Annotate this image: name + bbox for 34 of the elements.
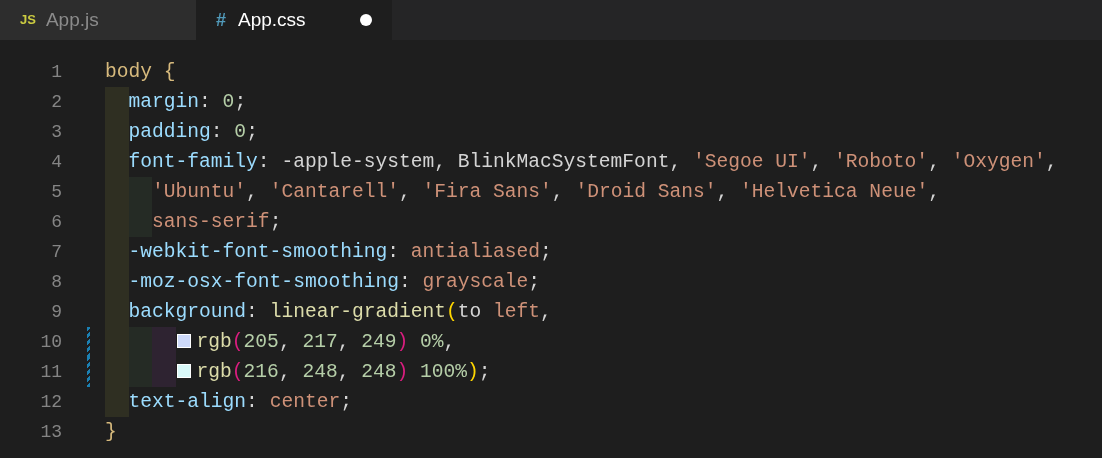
code-line: rgb(205, 217, 249) 0%, xyxy=(196,331,456,353)
javascript-file-icon: JS xyxy=(20,10,36,30)
line-number: 4 xyxy=(50,151,62,174)
code-line: -moz-osx-font-smoothing: grayscale; xyxy=(128,271,541,293)
code-line: margin: 0; xyxy=(128,91,247,113)
line-number: 1 xyxy=(50,61,62,84)
code-line: sans-serif; xyxy=(152,211,282,233)
line-number: 6 xyxy=(50,211,62,234)
code-line: text-align: center; xyxy=(128,391,352,413)
code-line: font-family: -apple-system, BlinkMacSystemFont, 'Segoe UI', 'Roboto', 'Oxygen', xyxy=(128,151,1058,173)
indent-guide xyxy=(152,327,176,357)
code-line: background: linear-gradient(to left, xyxy=(128,301,552,323)
color-swatch[interactable] xyxy=(176,364,191,378)
line-number: 5 xyxy=(50,181,62,204)
line-number: 7 xyxy=(50,241,62,264)
code-line: padding: 0; xyxy=(128,121,258,143)
line-number: 11 xyxy=(39,361,62,384)
code-line: -webkit-font-smoothing: antialiased; xyxy=(128,241,552,263)
line-number: 9 xyxy=(50,301,62,324)
line-number: 10 xyxy=(39,331,62,354)
code-line: } xyxy=(105,421,117,443)
editor-tab[interactable]: JS App.js xyxy=(0,0,196,40)
color-swatch[interactable] xyxy=(176,334,191,348)
code-line: 'Ubuntu', 'Cantarell', 'Fira Sans', 'Droid Sans', 'Helvetica Neue', xyxy=(152,181,940,203)
indent-guide xyxy=(152,357,176,387)
line-number: 8 xyxy=(50,271,62,294)
css-file-icon: # xyxy=(216,6,226,34)
code-line: body { xyxy=(105,61,176,83)
line-number: 2 xyxy=(50,91,62,114)
editor-tab[interactable]: # App.css xyxy=(196,0,392,40)
line-number: 13 xyxy=(39,421,62,444)
line-number: 3 xyxy=(50,121,62,144)
code-line: rgb(216, 248, 248) 100%); xyxy=(196,361,491,383)
line-number: 12 xyxy=(39,391,62,414)
